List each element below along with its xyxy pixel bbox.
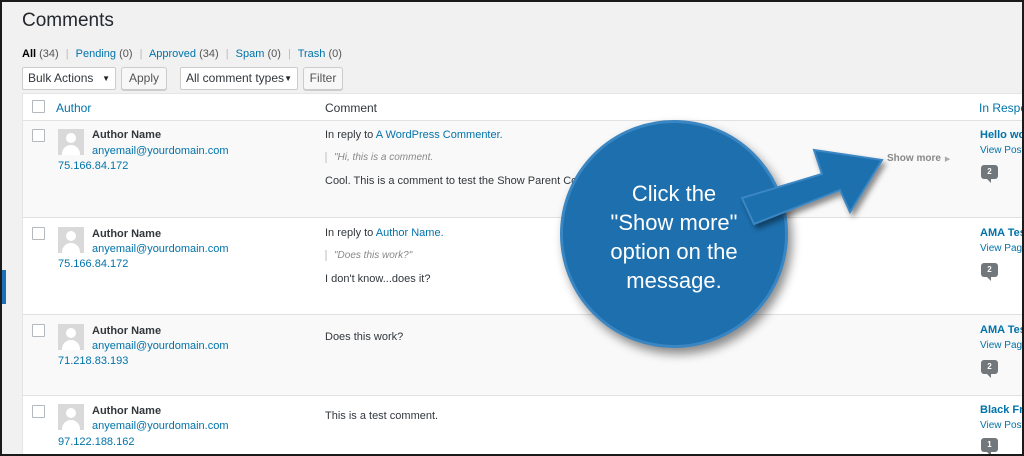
arrow-shape — [740, 148, 884, 226]
comments-screen: Comments All (34) | Pending (0) | Approv… — [0, 0, 1024, 456]
callout-arrow — [740, 148, 884, 226]
